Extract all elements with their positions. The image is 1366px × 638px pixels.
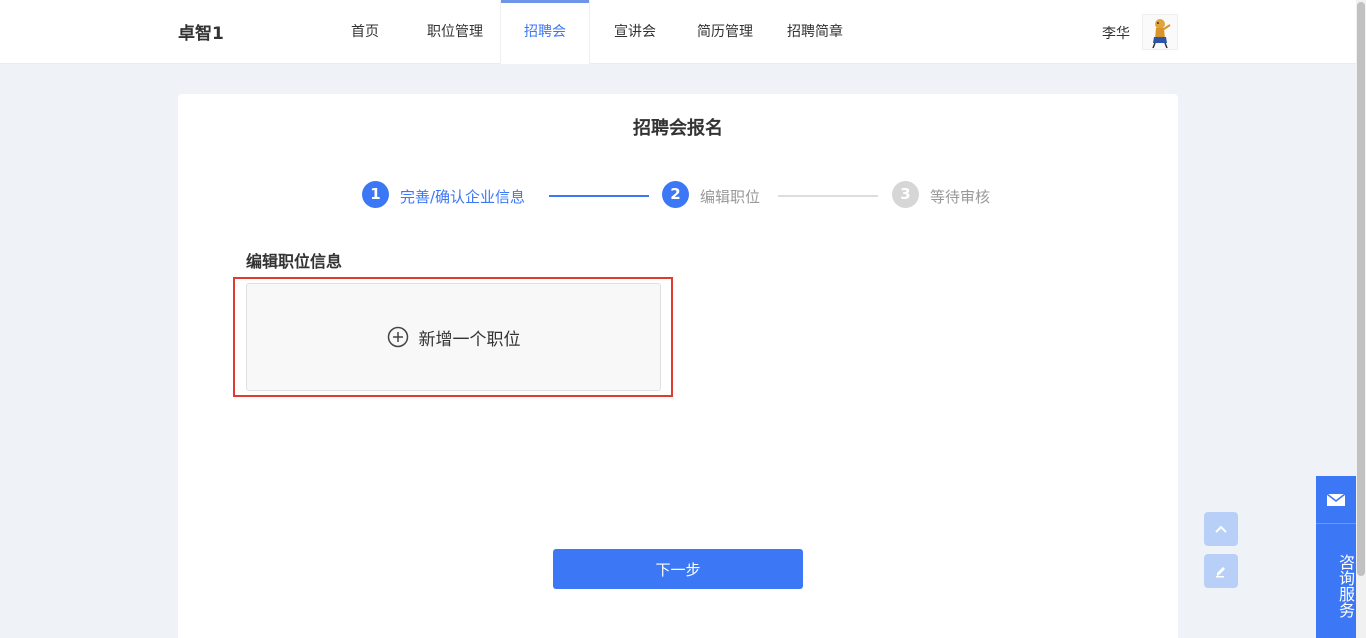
username[interactable]: 李华 — [1102, 23, 1130, 43]
pencil-icon — [1216, 567, 1225, 578]
avatar[interactable] — [1142, 14, 1178, 50]
steps-progress: 1 完善/确认企业信息 2 编辑职位 3 等待审核 — [178, 180, 1178, 210]
step-2-label: 编辑职位 — [700, 188, 761, 206]
section-title: 编辑职位信息 — [246, 252, 343, 271]
nav-item-home[interactable]: 首页 — [320, 0, 410, 64]
step-connector-2 — [778, 195, 878, 197]
step-1-label: 完善/确认企业信息 — [400, 188, 526, 206]
step-connector-1 — [549, 195, 649, 197]
step-2-number: 2 — [662, 181, 689, 208]
nav-item-position-management[interactable]: 职位管理 — [410, 0, 500, 64]
nav-item-recruitment-brochure[interactable]: 招聘简章 — [770, 0, 860, 64]
page-title: 招聘会报名 — [633, 118, 723, 139]
nav-item-job-fair[interactable]: 招聘会 — [500, 0, 590, 64]
add-position-label: 新增一个职位 — [418, 329, 521, 350]
back-to-top-button[interactable] — [1204, 512, 1238, 546]
envelope-icon — [1316, 476, 1356, 524]
add-position-button[interactable]: 新增一个职位 — [246, 283, 661, 391]
nav-item-presentation[interactable]: 宣讲会 — [590, 0, 680, 64]
step-3-number: 3 — [892, 181, 919, 208]
main-nav: 首页 职位管理 招聘会 宣讲会 简历管理 招聘简章 — [320, 0, 860, 64]
consult-service-button[interactable]: 咨询服务 — [1316, 476, 1356, 638]
next-step-button[interactable]: 下一步 — [553, 549, 803, 589]
page-scrollbar[interactable] — [1356, 0, 1366, 638]
step-3-label: 等待审核 — [930, 188, 991, 206]
top-navbar: 卓智1 首页 职位管理 招聘会 宣讲会 简历管理 招聘简章 李华 — [0, 0, 1356, 64]
feedback-button[interactable] — [1204, 554, 1238, 588]
brand-name[interactable]: 卓智1 — [178, 19, 224, 44]
scrollbar-thumb[interactable] — [1357, 2, 1365, 576]
consult-service-label: 咨询服务 — [1336, 554, 1355, 618]
step-1-number: 1 — [362, 181, 389, 208]
avatar-image — [1143, 15, 1177, 49]
chevron-up-icon — [1215, 525, 1227, 533]
plus-circle-icon — [387, 326, 409, 348]
registration-card: 招聘会报名 1 完善/确认企业信息 2 编辑职位 3 等待审核 编辑职位信息 新… — [178, 94, 1178, 638]
nav-item-resume-management[interactable]: 简历管理 — [680, 0, 770, 64]
